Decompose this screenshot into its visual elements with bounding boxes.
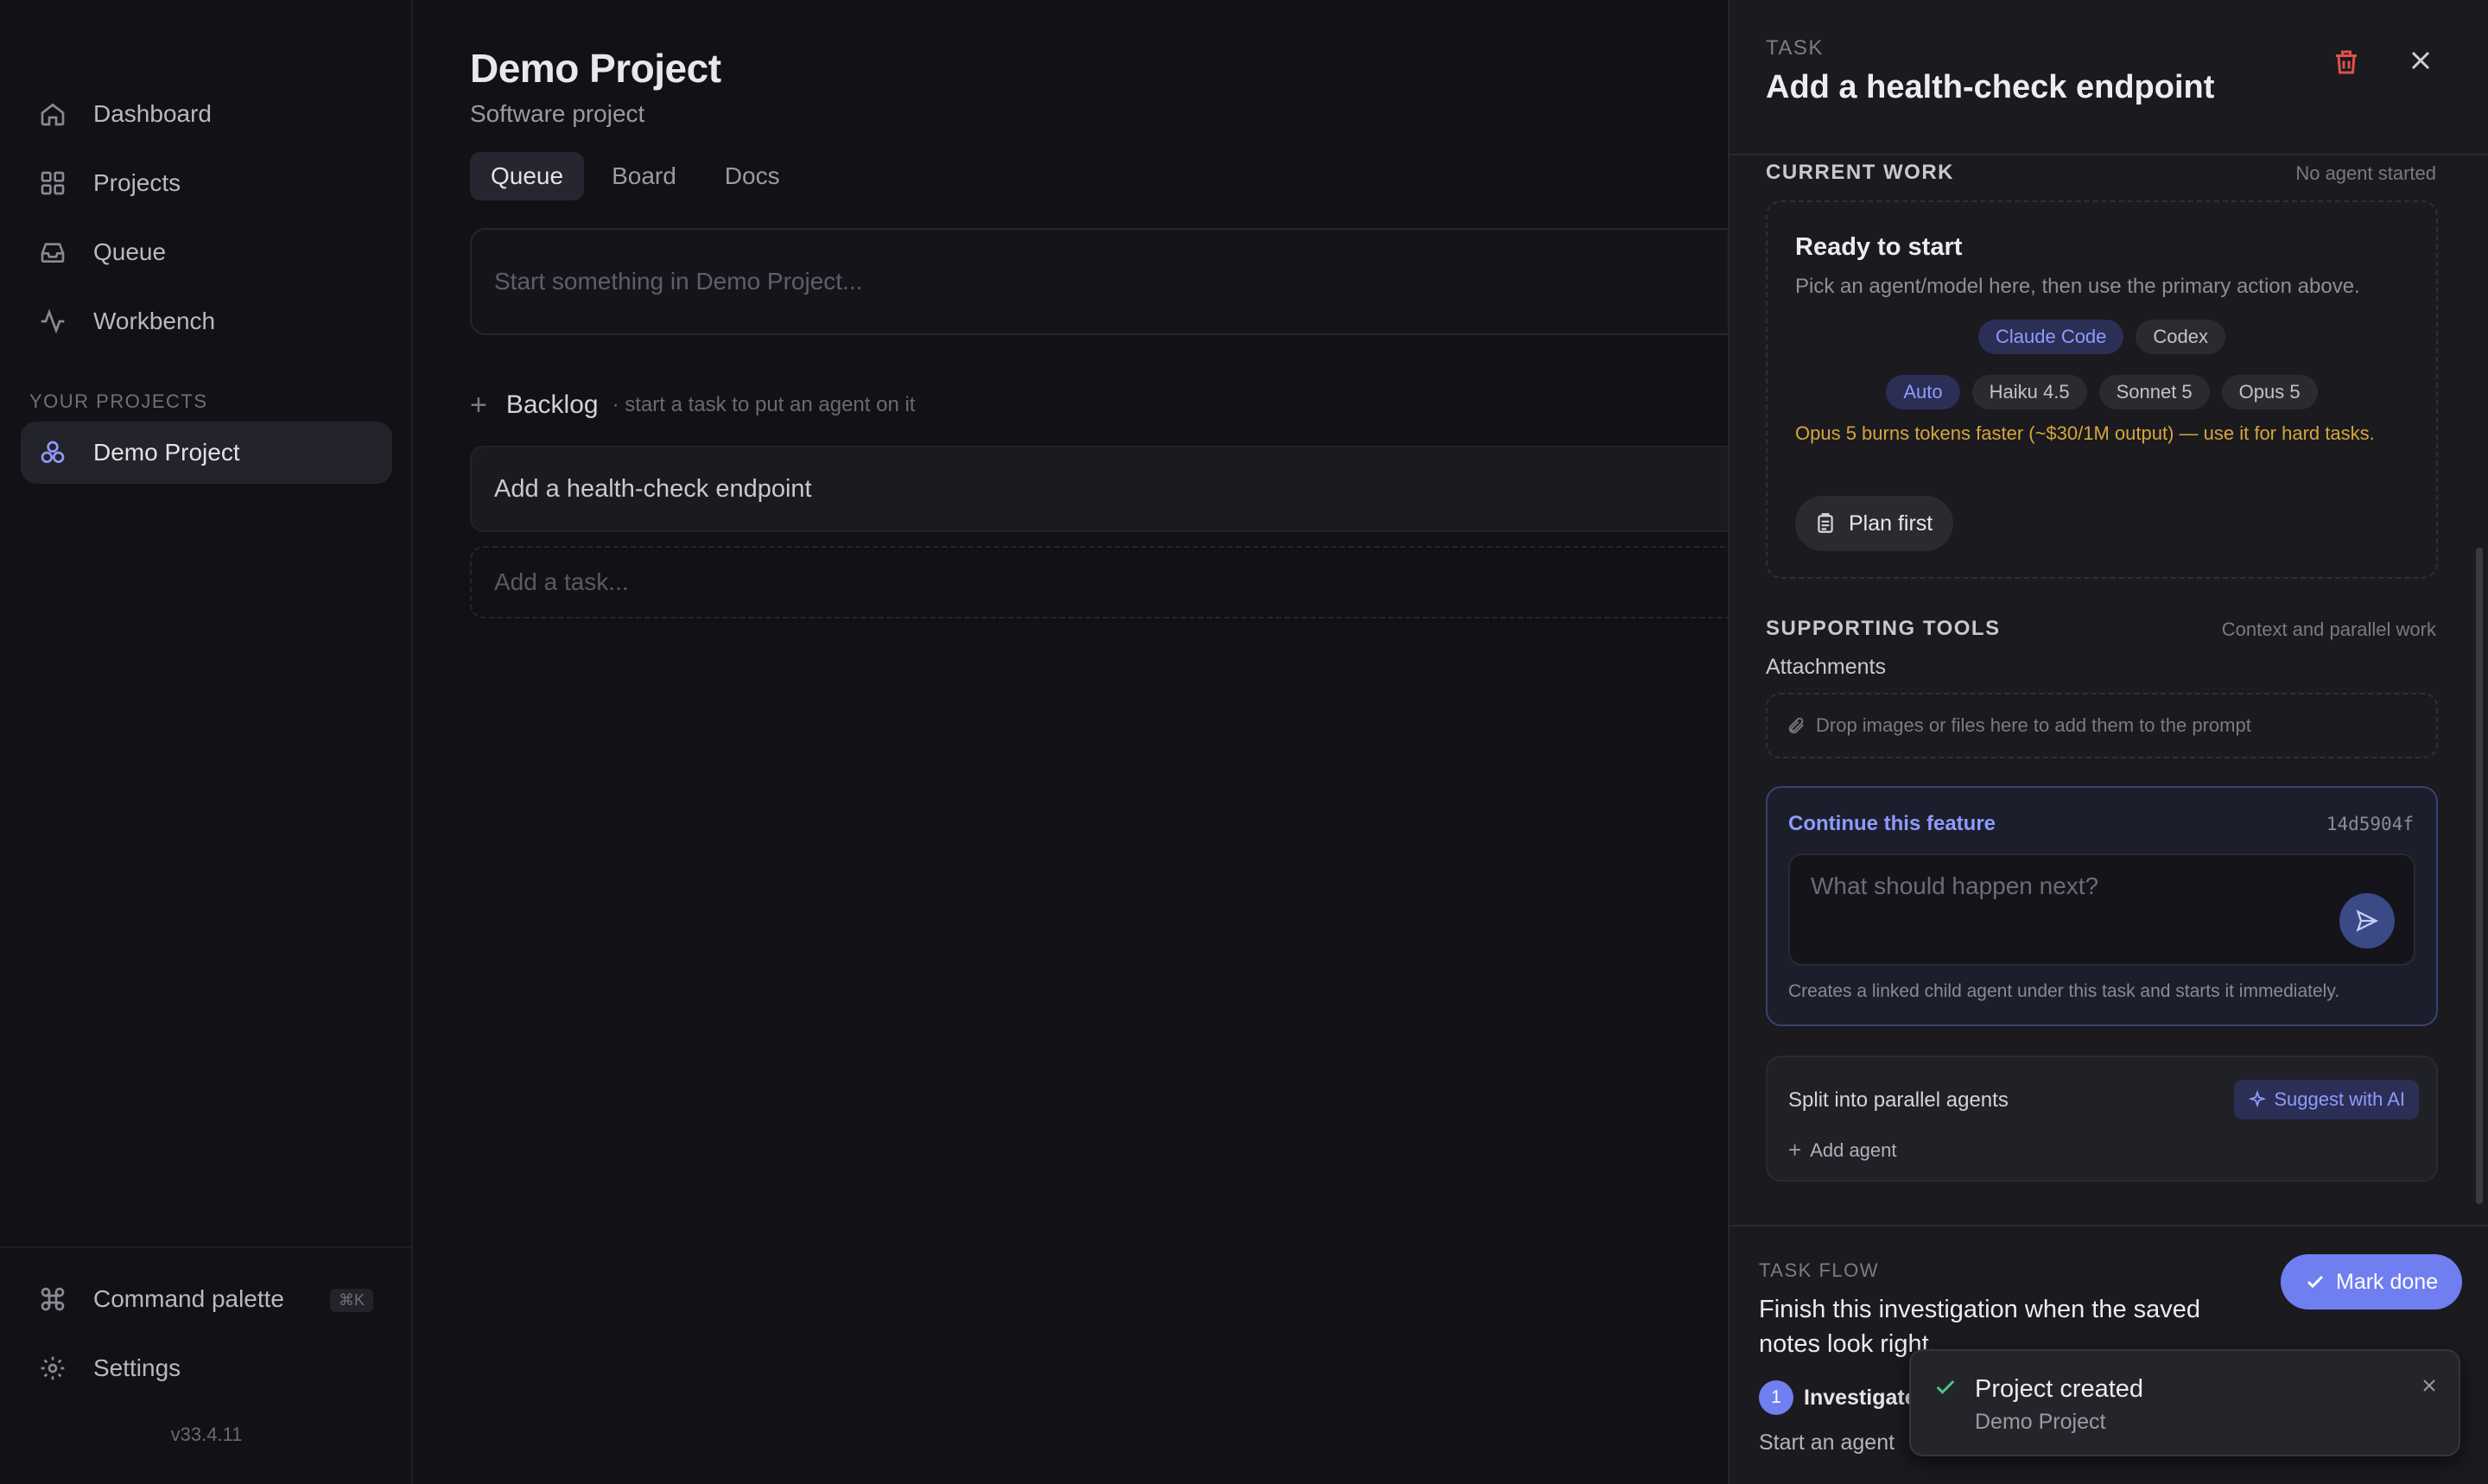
attachments-hint: Drop images or files here to add them to… [1816,714,2251,736]
toast-subtitle: Demo Project [1975,1410,2106,1434]
split-agents-card: Split into parallel agents Suggest with … [1766,1056,2438,1182]
ready-description: Pick an agent/model here, then use the p… [1795,275,2360,298]
sidebar-item-workbench[interactable]: Workbench [21,290,392,352]
tab-queue[interactable]: Queue [470,152,585,200]
command-icon [38,1284,67,1314]
sidebar-item-projects[interactable]: Projects [21,152,392,214]
backlog-hint: · start a task to put an agent on it [612,393,916,416]
panel-title: Add a health-check endpoint [1766,69,2215,105]
model-chip-auto[interactable]: Auto [1886,375,1960,409]
task-detail-panel: TASK Add a health-check endpoint CURRENT… [1728,0,2488,1484]
next-step-input[interactable]: What should happen next? [1788,853,2415,966]
split-title: Split into parallel agents [1788,1088,2009,1112]
main-content: Demo Project Software project Queue Boar… [415,0,1749,1484]
current-work-box: Ready to start Pick an agent/model here,… [1766,200,2438,579]
tab-docs[interactable]: Docs [704,152,801,200]
commit-hash: 14d5904f [2326,814,2414,834]
plus-icon: + [1788,1137,1802,1163]
sidebar-item-label: Workbench [93,308,216,334]
ready-title: Ready to start [1795,233,1963,261]
panel-eyebrow: TASK [1766,36,1824,60]
sidebar-item-label: Dashboard [93,100,212,127]
grid-icon [38,168,67,198]
toast-title: Project created [1975,1375,2144,1403]
backlog-label: Backlog [505,390,599,419]
check-icon [2307,1275,2324,1289]
backlog-header[interactable]: + Backlog · start a task to put an agent… [470,390,915,420]
sparkle-icon [2249,1090,2267,1108]
agent-chip-claude-code[interactable]: Claude Code [1977,320,2124,354]
plan-first-label: Plan first [1849,511,1933,536]
task-row[interactable]: Add a health-check endpoint [470,446,1749,532]
paperclip-icon [1788,717,1804,734]
check-icon [1936,1379,1955,1394]
version-label: v33.4.11 [170,1424,243,1445]
plus-icon[interactable]: + [470,390,487,420]
step-subtext: Start an agent [1759,1430,1895,1455]
step-number-badge: 1 [1759,1380,1793,1415]
shortcut-badge: ⌘K [329,1289,373,1312]
add-agent-button[interactable]: + Add agent [1788,1137,1897,1164]
sidebar-item-settings[interactable]: Settings [21,1337,392,1399]
page-title: Demo Project [470,46,721,91]
sidebar-item-label: Projects [93,169,181,196]
model-selector: Auto Haiku 4.5 Sonnet 5 Opus 5 [1768,375,2436,409]
next-step-placeholder: What should happen next? [1811,872,2099,899]
task-flow-eyebrow: TASK FLOW [1759,1259,1879,1281]
close-icon[interactable] [2419,1375,2440,1396]
inbox-icon [38,238,67,267]
continue-title: Continue this feature [1788,812,1996,835]
suggest-label: Suggest with AI [2274,1088,2405,1110]
add-task-input[interactable]: Add a task... [470,546,1749,618]
project-icon [38,438,67,467]
mark-done-label: Mark done [2336,1269,2439,1294]
agent-selector: Claude Code Codex [1768,320,2436,354]
sidebar-item-label: Settings [93,1354,181,1381]
supporting-tools-meta: Context and parallel work [2221,618,2436,640]
plan-first-button[interactable]: Plan first [1795,496,1954,551]
model-chip-sonnet[interactable]: Sonnet 5 [2098,375,2210,409]
sidebar-item-queue[interactable]: Queue [21,221,392,283]
sidebar-item-label: Queue [93,238,167,265]
panel-divider [1730,154,2488,155]
sidebar-item-dashboard[interactable]: Dashboard [21,83,392,145]
continue-feature-card: Continue this feature 14d5904f What shou… [1766,786,2438,1026]
cost-warning: Opus 5 burns tokens faster (~$30/1M outp… [1795,422,2375,444]
gear-icon [38,1354,67,1383]
sidebar-divider [0,1246,413,1248]
tab-board[interactable]: Board [591,152,697,200]
agent-chip-codex[interactable]: Codex [2136,320,2226,354]
agent-status: No agent started [2295,162,2436,184]
home-icon [38,99,67,129]
section-label-projects: YOUR PROJECTS [29,390,208,412]
clipboard-icon [1818,513,1833,533]
sidebar: Dashboard Projects Queue Workbench YOUR … [0,0,413,1484]
model-chip-haiku[interactable]: Haiku 4.5 [1971,375,2087,409]
activity-icon [38,307,67,336]
flow-divider [1730,1225,2488,1227]
sidebar-item-label: Command palette [93,1285,285,1312]
current-work-heading: CURRENT WORK [1766,161,1954,184]
mark-done-button[interactable]: Mark done [2281,1254,2463,1310]
step-label[interactable]: Investigate [1804,1386,1917,1411]
attachments-dropzone[interactable]: Drop images or files here to add them to… [1766,693,2438,758]
tab-bar: Queue Board Docs [470,152,801,200]
panel-scrollbar[interactable] [2476,548,2483,1204]
close-icon[interactable] [2405,45,2436,76]
send-button[interactable] [2339,893,2395,948]
page-subtitle: Software project [470,100,645,127]
supporting-tools-heading: SUPPORTING TOOLS [1766,617,2001,640]
add-agent-label: Add agent [1810,1138,1897,1161]
sidebar-item-label: Demo Project [93,439,240,466]
suggest-with-ai-button[interactable]: Suggest with AI [2234,1080,2419,1119]
sidebar-item-demo-project[interactable]: Demo Project [21,422,392,484]
composer-input[interactable]: Start something in Demo Project... [470,228,1749,335]
model-chip-opus[interactable]: Opus 5 [2221,375,2318,409]
trash-icon[interactable] [2331,45,2362,79]
toast-notification: Project created Demo Project [1909,1349,2460,1456]
send-icon [2356,910,2379,932]
attachments-label: Attachments [1766,655,1886,679]
continue-footnote: Creates a linked child agent under this … [1788,981,2340,1001]
